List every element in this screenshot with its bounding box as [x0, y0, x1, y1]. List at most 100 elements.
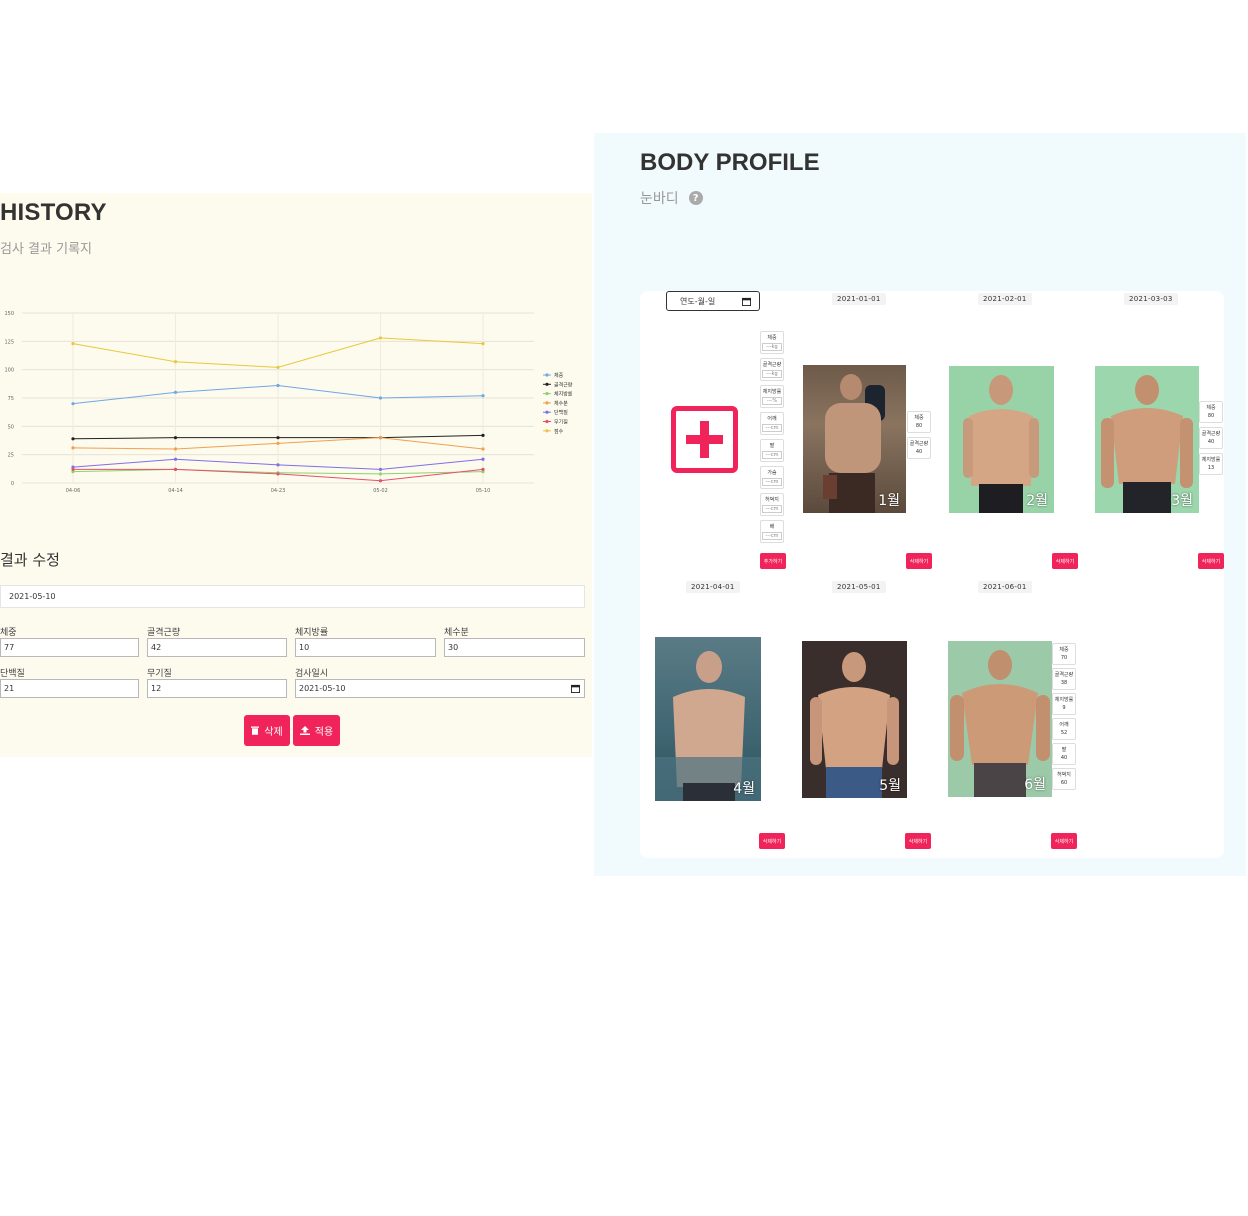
new-belly-input[interactable]: ---cm: [762, 532, 782, 540]
entry-date: 2021-06-01: [978, 581, 1032, 593]
mineral-input[interactable]: 12: [147, 679, 287, 698]
stat-label: 골격근량: [1201, 431, 1221, 437]
profile-title: BODY PROFILE: [640, 149, 820, 176]
legend-marker: [545, 382, 549, 386]
data-point: [378, 479, 383, 483]
weight-input[interactable]: 77: [0, 638, 139, 657]
legend-label: 체중: [554, 372, 564, 379]
legend-marker: [545, 392, 549, 396]
history-line-chart: 0 25 50 75 100 125 150 04-06 04-14 04-23 05-02 05-1…: [4, 311, 573, 494]
profile-subtitle-row: 눈바디 ?: [640, 188, 703, 208]
data-point: [378, 467, 383, 471]
stat-value: 40: [915, 449, 923, 455]
data-point: [481, 457, 485, 461]
x-tick-label: 05-10: [476, 488, 491, 494]
data-point: [378, 436, 383, 440]
body-profile-panel: BODY PROFILE 눈바디 ? 연도-월-일 체중 ---kg 골격근량 --…: [594, 133, 1246, 876]
entry-date: 2021-03-03: [1124, 293, 1178, 305]
legend-label: 단백질: [554, 409, 568, 416]
delete-entry-button[interactable]: 삭제하기: [1052, 553, 1078, 569]
calendar-icon[interactable]: [742, 297, 751, 306]
stat-muscle: 골격근량 38: [1052, 668, 1076, 690]
stat-weight: 체중 70: [1052, 643, 1076, 665]
body-photo[interactable]: 3월: [1095, 366, 1199, 513]
data-point: [481, 447, 485, 451]
delete-button-label: 삭제: [264, 727, 283, 738]
y-tick-label: 125: [4, 339, 14, 345]
photo-month-label: 4월: [733, 781, 755, 797]
y-tick-label: 25: [8, 453, 14, 459]
photo-month-label: 6월: [1024, 777, 1046, 793]
delete-entry-button[interactable]: 삭제하기: [1198, 553, 1224, 569]
data-point: [378, 472, 383, 476]
profile-subtitle: 눈바디: [640, 191, 679, 207]
body-photo[interactable]: 1월: [803, 365, 906, 513]
new-bodyfat-field[interactable]: 체지방률 ---%: [760, 385, 784, 408]
new-chest-field[interactable]: 가슴 ---cm: [760, 466, 784, 489]
new-weight-input[interactable]: ---kg: [762, 343, 782, 351]
new-bodyfat-input[interactable]: ---%: [762, 397, 782, 405]
data-point: [71, 342, 75, 346]
mineral-label: 무기질: [147, 669, 172, 679]
add-photo-icon[interactable]: [671, 406, 738, 473]
data-point: [71, 437, 75, 441]
data-point: [276, 472, 280, 476]
stat-label: 골격근량: [909, 441, 929, 447]
water-input[interactable]: 30: [444, 638, 585, 657]
stat-value: 9: [1062, 705, 1066, 711]
delete-entry-button[interactable]: 삭제하기: [905, 833, 931, 849]
body-photo[interactable]: 2월: [949, 366, 1054, 513]
edit-result-title: 결과 수정: [0, 551, 60, 569]
body-photo[interactable]: 5월: [802, 641, 907, 798]
stat-label: 체지방률: [1201, 457, 1221, 463]
selected-date-display[interactable]: 2021-05-10: [0, 585, 585, 608]
calendar-icon[interactable]: [571, 684, 580, 693]
stat-value: 38: [1060, 680, 1068, 686]
new-muscle-field[interactable]: 골격근량 ---kg: [760, 358, 784, 381]
new-chest-input[interactable]: ---cm: [762, 478, 782, 486]
legend-label: 골격근량: [554, 381, 573, 388]
body-photo[interactable]: 4월: [655, 637, 761, 801]
new-muscle-input[interactable]: ---kg: [762, 370, 782, 378]
stat-muscle: 골격근량 40: [907, 437, 931, 459]
test-date-input[interactable]: 2021-05-10: [295, 679, 585, 698]
legend-marker: [545, 419, 549, 424]
stat-weight: 체중 80: [907, 411, 931, 433]
new-arm-label: 팔: [769, 443, 775, 449]
entry-date: 2021-04-01: [686, 581, 740, 593]
question-circle-icon[interactable]: ?: [688, 191, 703, 205]
new-belly-field[interactable]: 배 ---cm: [760, 520, 784, 543]
protein-input[interactable]: 21: [0, 679, 139, 698]
muscle-input[interactable]: 42: [147, 638, 287, 657]
data-point: [276, 365, 280, 369]
new-thigh-input[interactable]: ---cm: [762, 505, 782, 513]
apply-button[interactable]: 적용: [293, 715, 340, 746]
new-arm-input[interactable]: ---cm: [762, 451, 782, 459]
new-arm-field[interactable]: 팔 ---cm: [760, 439, 784, 462]
delete-entry-button[interactable]: 삭제하기: [1051, 833, 1077, 849]
new-thigh-field[interactable]: 허벅지 ---cm: [760, 493, 784, 516]
photo-month-label: 5월: [879, 778, 901, 794]
stat-arm: 팔 40: [1052, 743, 1076, 765]
new-weight-field[interactable]: 체중 ---kg: [760, 331, 784, 354]
legend-label: 체지방률: [554, 391, 573, 398]
add-entry-button[interactable]: 추가하기: [760, 553, 786, 569]
new-shoulder-label: 어깨: [767, 416, 777, 422]
new-entry-date-input[interactable]: 연도-월-일: [666, 291, 760, 311]
water-label: 체수분: [444, 628, 469, 638]
stat-label: 허벅지: [1057, 772, 1071, 778]
new-thigh-label: 허벅지: [765, 497, 779, 503]
photo-month-label: 2월: [1026, 493, 1048, 509]
data-point: [276, 441, 280, 445]
delete-entry-button[interactable]: 삭제하기: [759, 833, 785, 849]
bodyfat-input[interactable]: 10: [295, 638, 436, 657]
stat-value: 40: [1060, 755, 1068, 761]
data-point: [173, 467, 178, 471]
new-shoulder-field[interactable]: 어깨 ---cm: [760, 412, 784, 435]
body-photo[interactable]: 6월: [948, 641, 1052, 797]
stat-thigh: 허벅지 60: [1052, 768, 1076, 790]
new-shoulder-input[interactable]: ---cm: [762, 424, 782, 432]
legend-marker: [545, 410, 549, 414]
delete-button[interactable]: 삭제: [244, 715, 290, 746]
delete-entry-button[interactable]: 삭제하기: [906, 553, 932, 569]
